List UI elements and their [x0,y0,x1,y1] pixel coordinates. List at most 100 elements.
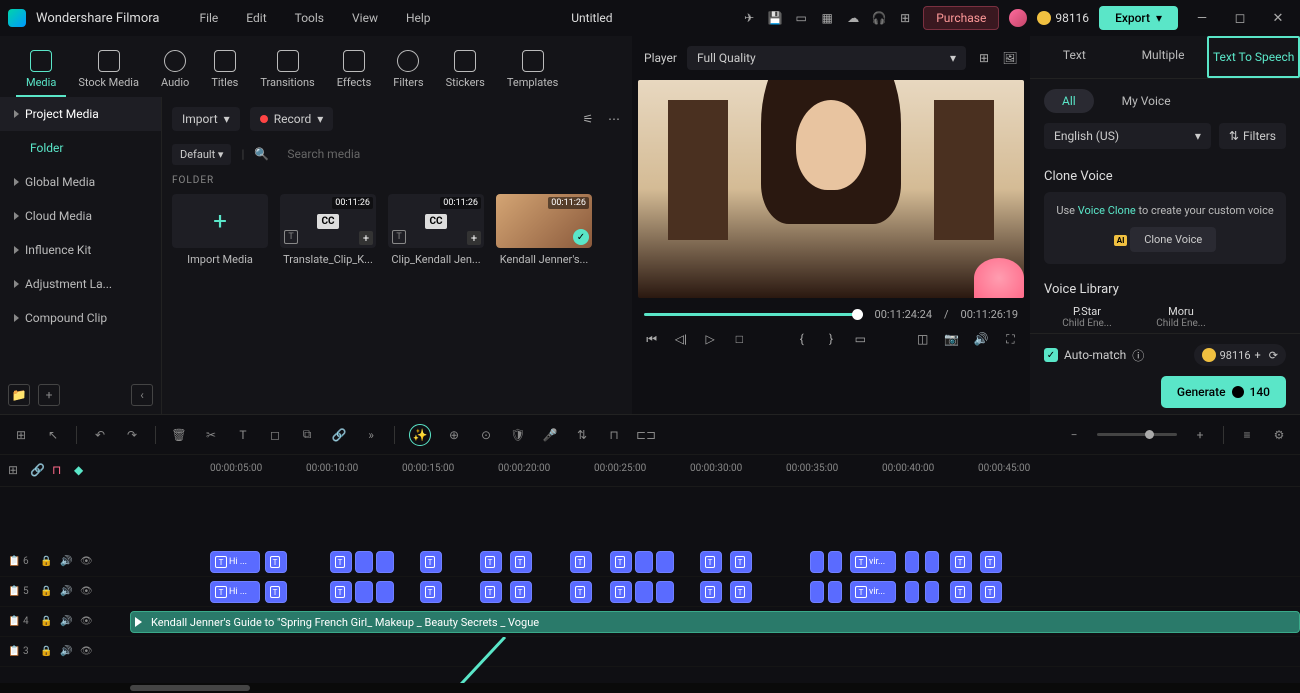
text-clip[interactable]: THi ... [210,551,260,573]
track-magnet-icon[interactable]: ⊓ [52,463,68,479]
text-clip[interactable]: T [950,581,972,603]
layout-icon[interactable]: ▦ [819,10,835,26]
copy-icon[interactable]: ⧉ [298,426,316,444]
search-input[interactable] [279,143,622,165]
text-clip[interactable] [355,581,373,603]
cut-icon[interactable]: ✂ [202,426,220,444]
layout-icon[interactable]: ⊞ [12,426,30,444]
video-preview[interactable] [638,80,1024,298]
subtab-my-voice[interactable]: My Voice [1104,89,1189,113]
text-clip[interactable]: T [480,581,502,603]
mute-icon[interactable]: 🔊 [60,616,72,628]
voice-item[interactable]: P.StarChild Ene... [1044,305,1130,329]
text-clip[interactable] [656,551,674,573]
zoom-in-icon[interactable]: + [1191,426,1209,444]
text-clip[interactable]: T [510,551,532,573]
maximize-button[interactable]: ◻ [1226,11,1254,26]
tab-stickers[interactable]: Stickers [436,44,495,97]
text-clip[interactable]: T [480,551,502,573]
play-icon[interactable]: ▷ [703,331,718,347]
track-add-icon[interactable]: ⊞ [8,463,24,479]
tab-effects[interactable]: Effects [327,44,382,97]
text-icon[interactable]: T [234,426,252,444]
lock-icon[interactable]: 🔒 [40,586,52,598]
visible-icon[interactable]: 👁 [80,616,92,628]
clone-voice-button[interactable]: Clone Voice [1130,227,1216,252]
more-icon[interactable]: ⋯ [606,111,622,127]
tab-templates[interactable]: Templates [497,44,568,97]
text-clip[interactable]: Tvir... [850,551,896,573]
zoom-slider[interactable] [1097,433,1177,436]
audio-clip[interactable]: Kendall Jenner's Guide to "Spring French… [130,611,1300,633]
text-clip[interactable]: T [570,581,592,603]
mute-icon[interactable]: 🔊 [60,556,72,568]
record-button[interactable]: Record ▾ [250,107,334,131]
voice-item[interactable]: MoruChild Ene... [1138,305,1224,329]
mute-icon[interactable]: 🔊 [60,586,72,598]
text-clip[interactable]: T [610,551,632,573]
grid-view-icon[interactable]: ⊞ [976,50,992,66]
text-clip[interactable]: THi ... [210,581,260,603]
text-clip[interactable] [810,581,824,603]
lock-icon[interactable]: 🔒 [40,616,52,628]
refresh-icon[interactable]: ⟳ [1269,349,1278,362]
voice-clone-link[interactable]: Voice Clone [1078,204,1136,217]
tab-audio[interactable]: Audio [151,44,199,97]
more-tools-icon[interactable]: » [362,426,380,444]
mark-out-icon[interactable]: } [823,331,838,347]
sort-default[interactable]: Default ▾ [172,144,231,165]
text-clip[interactable]: T [730,551,752,573]
save-icon[interactable]: 💾 [767,10,783,26]
split-icon[interactable]: ⊓ [605,426,623,444]
text-clip[interactable]: T [570,551,592,573]
tab-titles[interactable]: Titles [201,44,248,97]
redo-icon[interactable]: ↷ [123,426,141,444]
tab-transitions[interactable]: Transitions [250,44,324,97]
text-clip[interactable]: T [510,581,532,603]
text-clip[interactable]: Tvir... [850,581,896,603]
enhance-icon[interactable]: ⊕ [445,426,463,444]
text-clip[interactable]: T [610,581,632,603]
text-clip[interactable]: T [980,551,1002,573]
text-clip[interactable] [828,551,842,573]
sidebar-folder[interactable]: Folder [0,131,161,165]
stop-icon[interactable]: □ [732,331,747,347]
volume-icon[interactable]: 🔊 [974,331,989,347]
text-clip[interactable]: T [980,581,1002,603]
media-import-placeholder[interactable]: + Import Media [172,194,268,266]
prev-clip-icon[interactable]: ⏮ [644,331,659,347]
delete-icon[interactable]: 🗑 [170,426,188,444]
quality-select[interactable]: Full Quality▾ [687,46,966,70]
menu-edit[interactable]: Edit [234,5,278,31]
text-clip[interactable] [828,581,842,603]
headphones-icon[interactable]: 🎧 [871,10,887,26]
camera-icon[interactable]: 📷 [944,331,959,347]
sidebar-compound-clip[interactable]: Compound Clip [0,301,161,335]
lock-icon[interactable]: 🔒 [40,556,52,568]
pointer-tool-icon[interactable]: ↖ [44,426,62,444]
snapshot-compare-icon[interactable]: 🖼 [1002,50,1018,66]
media-item[interactable]: 00:11:26TCC+ Clip_Kendall Jen... [388,194,484,266]
playback-slider[interactable] [644,313,863,316]
track-marker-icon[interactable]: ◆ [74,463,90,479]
text-clip[interactable] [656,581,674,603]
media-item[interactable]: 00:11:26TCC+ Translate_Clip_K... [280,194,376,266]
purchase-button[interactable]: Purchase [923,6,999,30]
timeline-ruler[interactable]: 00:00:05:00 00:00:10:00 00:00:15:00 00:0… [130,455,1300,486]
display-icon[interactable]: ▭ [793,10,809,26]
visible-icon[interactable]: 👁 [80,646,92,658]
sidebar-global-media[interactable]: Global Media [0,165,161,199]
text-clip[interactable] [635,551,653,573]
timeline-scrollbar[interactable] [0,683,1300,693]
text-clip[interactable]: T [265,551,287,573]
voice-filters-button[interactable]: ⇅Filters [1219,123,1286,149]
mute-icon[interactable]: 🔊 [60,646,72,658]
text-clip[interactable] [925,581,939,603]
sidebar-cloud-media[interactable]: Cloud Media [0,199,161,233]
coin-balance-small[interactable]: 98116+ ⟳ [1194,344,1286,366]
text-clip[interactable] [905,551,919,573]
help-icon[interactable]: ⓘ [1132,347,1144,364]
fullscreen-icon[interactable]: ⛶ [1003,331,1018,347]
text-clip[interactable] [635,581,653,603]
list-icon[interactable]: ≡ [1238,426,1256,444]
